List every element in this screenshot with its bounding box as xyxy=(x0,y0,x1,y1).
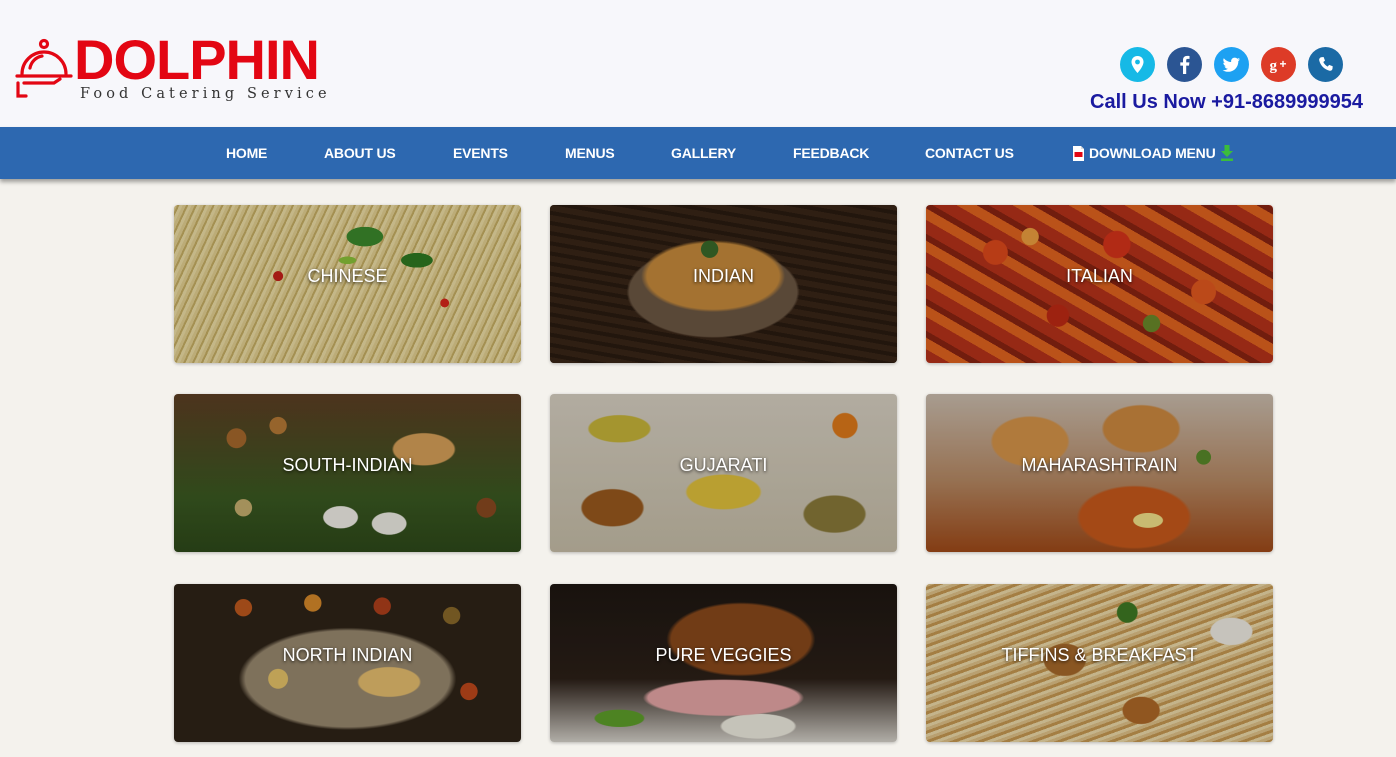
nav-item-menus[interactable]: MENUS xyxy=(565,127,615,179)
nav-item-contact-us[interactable]: CONTACT US xyxy=(925,127,1014,179)
nav-item-feedback[interactable]: FEEDBACK xyxy=(793,127,869,179)
google-plus-icon[interactable]: g + xyxy=(1261,47,1296,82)
nav-item-home[interactable]: HOME xyxy=(226,127,267,179)
menu-label: GUJARATI xyxy=(679,455,768,475)
location-icon[interactable] xyxy=(1120,47,1155,82)
menu-label: ITALIAN xyxy=(1066,266,1133,286)
nav-item-about-us[interactable]: ABOUT US xyxy=(324,127,396,179)
menu-card-south-indian[interactable]: SOUTH-INDIAN xyxy=(174,394,521,552)
call-us-text[interactable]: Call Us Now +91-8689999954 xyxy=(1090,91,1363,114)
brand-tagline: Food Catering Service xyxy=(80,86,331,102)
menu-card-gujarati[interactable]: GUJARATI xyxy=(550,394,897,552)
menu-label: MAHARASHTRAIN xyxy=(1021,455,1178,475)
svg-text:g: g xyxy=(1270,58,1278,74)
nav-item-gallery[interactable]: GALLERY xyxy=(671,127,736,179)
facebook-icon[interactable] xyxy=(1167,47,1202,82)
menu-card-pure-veggies[interactable]: PURE VEGGIES xyxy=(550,584,897,742)
download-menu-label: DOWNLOAD MENU xyxy=(1089,145,1216,161)
menu-card-indian[interactable]: INDIAN xyxy=(550,205,897,363)
nav-item-download-menu[interactable]: DOWNLOAD MENU xyxy=(1072,127,1234,179)
menu-label: INDIAN xyxy=(692,266,754,286)
twitter-icon[interactable] xyxy=(1214,47,1249,82)
site-logo[interactable]: DOLPHIN Food Catering Service xyxy=(14,28,344,106)
cloche-icon xyxy=(15,38,73,98)
site-header: DOLPHIN Food Catering Service g + Call U… xyxy=(0,0,1396,127)
phone-icon[interactable] xyxy=(1308,47,1343,82)
menu-card-tiffins-breakfast[interactable]: TIFFINS & BREAKFAST xyxy=(926,584,1273,742)
menu-label: NORTH INDIAN xyxy=(282,645,413,665)
menu-label: PURE VEGGIES xyxy=(655,645,792,665)
menu-label: SOUTH-INDIAN xyxy=(282,455,413,475)
menu-card-italian[interactable]: ITALIAN xyxy=(926,205,1273,363)
download-arrow-icon xyxy=(1220,145,1233,161)
menu-label: TIFFINS & BREAKFAST xyxy=(1001,645,1198,665)
main-nav: HOME ABOUT US EVENTS MENUS GALLERY FEEDB… xyxy=(0,127,1396,179)
svg-text:+: + xyxy=(1280,57,1287,71)
menu-card-maharashtrain[interactable]: MAHARASHTRAIN xyxy=(926,394,1273,552)
menu-card-chinese[interactable]: CHINESE xyxy=(174,205,521,363)
nav-item-events[interactable]: EVENTS xyxy=(453,127,508,179)
menu-card-north-indian[interactable]: NORTH INDIAN xyxy=(174,584,521,742)
brand-name: DOLPHIN xyxy=(74,28,320,91)
menu-label: CHINESE xyxy=(307,266,388,286)
pdf-icon xyxy=(1073,145,1084,161)
